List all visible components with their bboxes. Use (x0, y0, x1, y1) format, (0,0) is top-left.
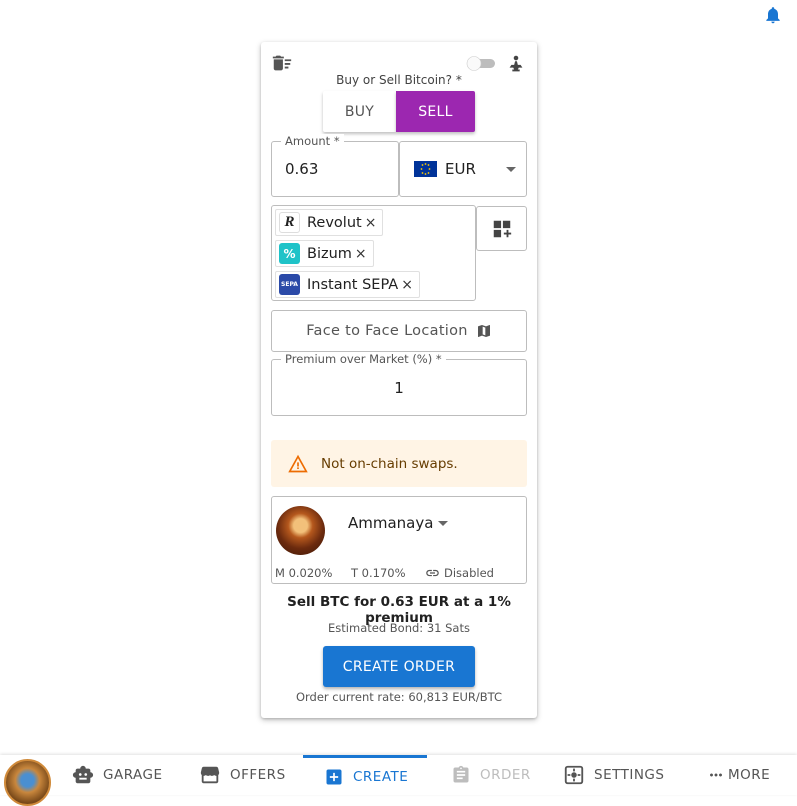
more-horiz-icon (710, 773, 722, 777)
premium-label: Premium over Market (%) * (281, 352, 446, 366)
warning-text: Not on-chain swaps. (321, 455, 458, 472)
currency-select[interactable]: EUR (399, 141, 527, 197)
add-box-icon (326, 769, 342, 784)
nav-create-label: CREATE (353, 768, 409, 785)
nav-order[interactable]: ORDER (451, 755, 531, 795)
payment-chip-label: Revolut (307, 214, 362, 231)
premium-value: 1 (394, 379, 404, 397)
nav-settings-label: SETTINGS (594, 767, 665, 783)
user-avatar[interactable] (4, 759, 51, 806)
face-to-face-location-button[interactable]: Face to Face Location (271, 310, 527, 352)
add-grid-icon (493, 220, 511, 237)
swap-icon (509, 55, 523, 72)
nav-offers-label: OFFERS (230, 767, 286, 783)
nav-more-label: MORE (728, 767, 771, 783)
make-order-card: Buy or Sell Bitcoin? * BUY SELL Amount *… (261, 42, 537, 718)
estimated-bond: Estimated Bond: 31 Sats (328, 621, 470, 635)
nav-order-label: ORDER (480, 767, 531, 783)
amount-label: Amount * (281, 134, 344, 148)
link-icon (426, 569, 439, 577)
buy-sell-label: Buy or Sell Bitcoin? * (336, 73, 462, 87)
currency-value: EUR (445, 160, 476, 178)
remove-chip-icon[interactable]: × (355, 246, 367, 262)
chevron-down-icon[interactable] (438, 521, 448, 526)
warning-icon (288, 454, 308, 472)
payment-chip-bizum[interactable]: % Bizum × (275, 240, 374, 267)
nav-settings[interactable]: SETTINGS (563, 755, 664, 795)
create-order-button[interactable]: CREATE ORDER (323, 646, 475, 687)
amount-value: 0.63 (285, 160, 319, 178)
nav-garage[interactable]: GARAGE (72, 755, 163, 795)
nav-offers[interactable]: OFFERS (199, 755, 286, 795)
sell-button[interactable]: SELL (396, 91, 475, 132)
buy-button[interactable]: BUY (323, 91, 396, 132)
onchain-warning-alert: Not on-chain swaps. (271, 440, 527, 487)
robot-name[interactable]: Ammanaya (348, 514, 433, 532)
eu-flag-icon (414, 161, 437, 177)
settings-icon (564, 765, 584, 785)
add-payment-method-button[interactable] (476, 206, 527, 251)
remove-chip-icon[interactable]: × (401, 277, 413, 293)
nav-garage-label: GARAGE (103, 767, 163, 783)
notifications-bell-icon[interactable] (763, 5, 783, 25)
link-status: Disabled (444, 566, 494, 580)
nav-more[interactable]: MORE (707, 755, 770, 795)
payment-chip-revolut[interactable]: R Revolut × (275, 209, 384, 236)
premium-field[interactable]: Premium over Market (%) * 1 (271, 352, 527, 416)
maker-fee: M 0.020% (275, 566, 333, 580)
robot-selector[interactable]: Ammanaya M 0.020% T 0.170% Disabled (271, 496, 527, 584)
payment-chip-label: Instant SEPA (307, 276, 399, 293)
revolut-icon: R (279, 212, 300, 233)
sepa-icon: SEPA (279, 274, 300, 295)
map-icon (477, 325, 490, 337)
robot-icon (72, 765, 94, 784)
order-rate: Order current rate: 60,813 EUR/BTC (295, 690, 503, 704)
amount-field[interactable]: Amount * 0.63 (271, 134, 399, 197)
bottom-navigation: GARAGE OFFERS CREATE ORDER SETTINGS MORE (0, 755, 797, 806)
robot-avatar (276, 506, 325, 555)
payment-chip-instant-sepa[interactable]: SEPA Instant SEPA × (275, 271, 420, 298)
chevron-down-icon (506, 167, 516, 172)
assignment-icon (453, 765, 469, 783)
ftf-label: Face to Face Location (306, 323, 468, 339)
payment-methods-field[interactable]: R Revolut × % Bizum × SEPA Instant SEPA … (271, 205, 476, 301)
remove-chip-icon[interactable]: × (365, 215, 377, 231)
bizum-icon: % (279, 243, 300, 264)
advanced-options-toggle[interactable] (465, 55, 497, 71)
nav-create[interactable]: CREATE (303, 755, 427, 795)
storefront-icon (200, 766, 220, 784)
clear-form-icon[interactable] (271, 52, 293, 74)
taker-fee: T 0.170% (351, 566, 406, 580)
payment-chip-label: Bizum (307, 245, 352, 262)
